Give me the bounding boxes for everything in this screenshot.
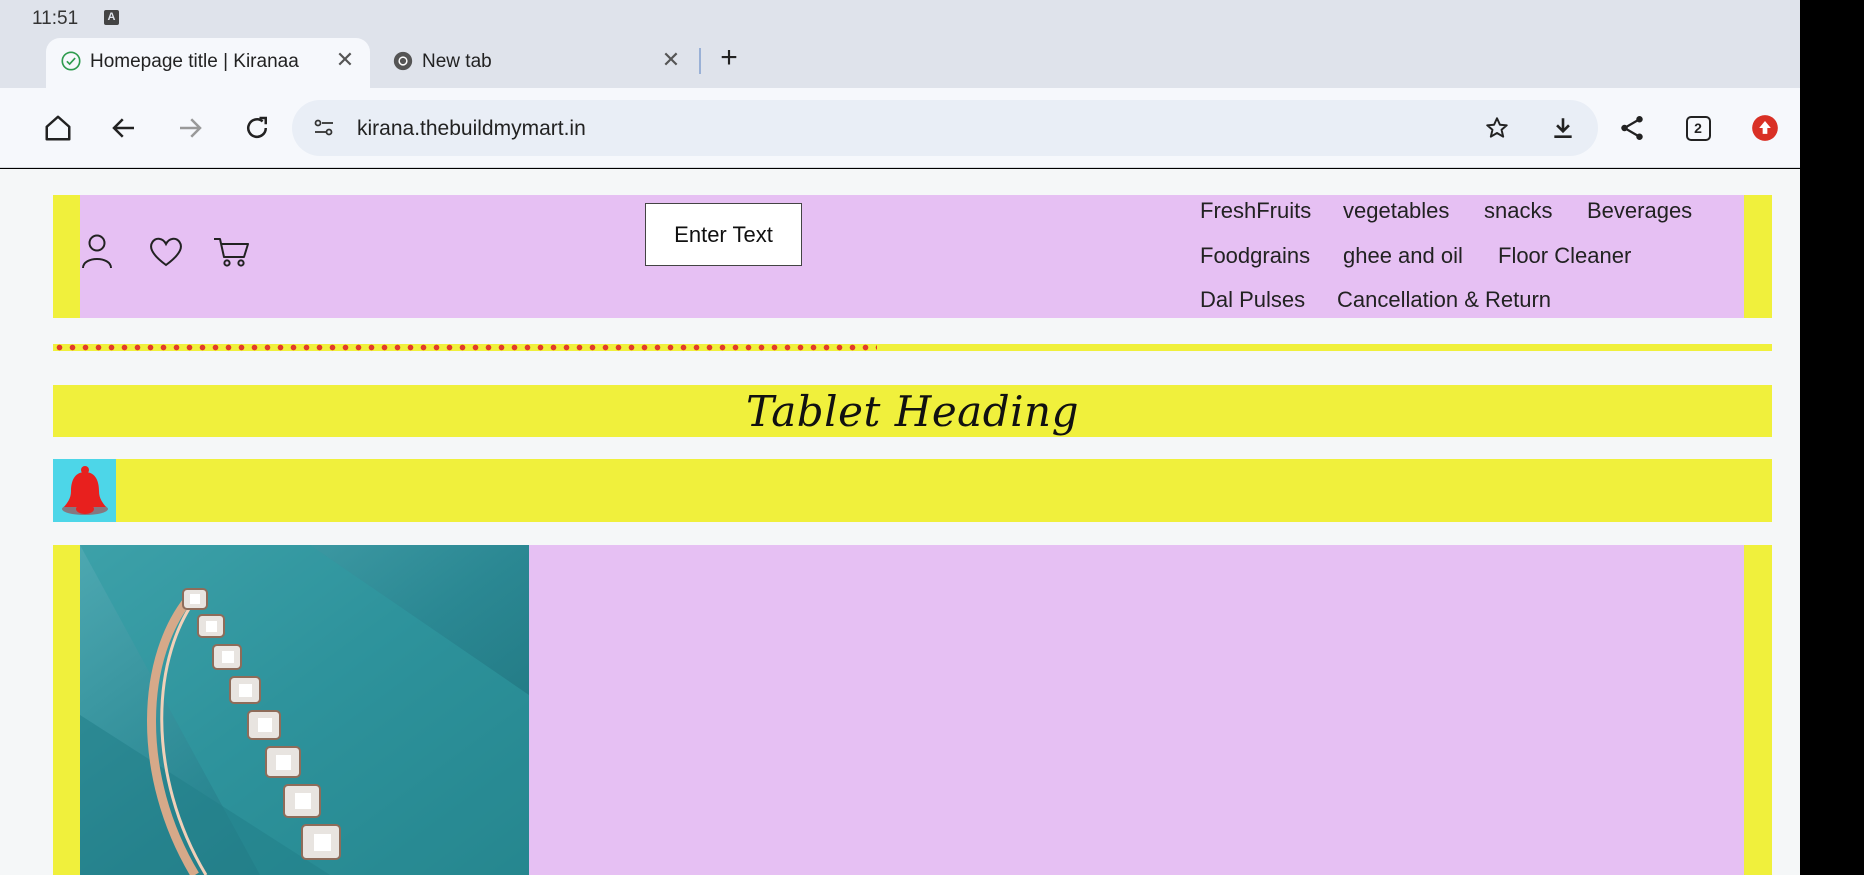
reload-icon	[247, 116, 268, 139]
update-arrow-icon	[1752, 115, 1778, 141]
browser-toolbar: kirana.thebuildmymart.in 2	[0, 88, 1800, 168]
download-icon[interactable]	[1550, 115, 1576, 141]
url-text: kirana.thebuildmymart.in	[357, 117, 586, 140]
bookmark-star-icon[interactable]	[1484, 115, 1510, 141]
heading-bar: Tablet Heading	[53, 385, 1772, 437]
tab-strip: Homepage title | Kiranaa ✕ New tab ✕ +	[0, 36, 1800, 88]
close-tab-icon[interactable]: ✕	[334, 49, 356, 71]
tab-title: Homepage title | Kiranaa	[90, 51, 299, 72]
nav-link-freshfruits[interactable]: FreshFruits	[1200, 198, 1311, 224]
site-header: Enter Text FreshFruits vegetables snacks…	[80, 195, 1744, 318]
nav-link-vegetables[interactable]: vegetables	[1343, 198, 1449, 224]
share-icon	[1621, 116, 1643, 140]
arrow-right-icon	[180, 118, 202, 138]
screen-edge	[1800, 0, 1864, 875]
nav-link-ghee-and-oil[interactable]: ghee and oil	[1343, 243, 1463, 269]
tab-title: New tab	[422, 51, 492, 72]
notification-bell-button[interactable]	[53, 459, 116, 522]
update-button[interactable]	[1745, 108, 1785, 148]
marquee-dots	[53, 344, 877, 351]
close-tab-icon[interactable]: ✕	[660, 49, 682, 71]
notification-bar	[53, 459, 1772, 522]
product-photo	[80, 545, 529, 875]
site-settings-icon	[314, 119, 333, 136]
nav-link-snacks[interactable]: snacks	[1484, 198, 1552, 224]
nav-link-floor-cleaner[interactable]: Floor Cleaner	[1498, 243, 1631, 269]
share-button[interactable]	[1612, 108, 1652, 148]
status-time: 11:51	[32, 8, 79, 29]
nav-link-cancellation-return[interactable]: Cancellation & Return	[1337, 287, 1551, 313]
tab-homepage[interactable]: Homepage title | Kiranaa ✕	[46, 38, 370, 88]
user-icon[interactable]	[80, 231, 120, 271]
check-circle-icon	[61, 51, 81, 71]
heart-icon[interactable]	[146, 231, 186, 271]
search-input-button[interactable]: Enter Text	[645, 203, 802, 266]
nav-link-dal-pulses[interactable]: Dal Pulses	[1200, 287, 1305, 313]
home-button[interactable]	[38, 108, 78, 148]
system-status-bar: 11:51 A	[0, 0, 1800, 36]
back-button[interactable]	[104, 108, 144, 148]
cart-icon[interactable]	[212, 231, 252, 271]
reload-button[interactable]	[237, 108, 277, 148]
nav-link-beverages[interactable]: Beverages	[1587, 198, 1692, 224]
chrome-icon	[393, 51, 413, 71]
bell-icon	[61, 465, 108, 515]
arrow-left-icon	[112, 118, 134, 138]
new-tab-button[interactable]: +	[712, 42, 746, 76]
forward-button[interactable]	[170, 108, 210, 148]
nav-link-foodgrains[interactable]: Foodgrains	[1200, 243, 1310, 269]
tab-switcher-button[interactable]: 2	[1678, 108, 1718, 148]
tab-count-icon: 2	[1685, 115, 1711, 141]
page-heading: Tablet Heading	[746, 386, 1079, 436]
bangle-product-image[interactable]	[80, 545, 529, 875]
address-bar[interactable]: kirana.thebuildmymart.in	[292, 100, 1598, 156]
tab-count: 2	[1694, 119, 1702, 136]
notification-a-icon: A	[104, 10, 119, 25]
home-icon	[45, 115, 71, 141]
tab-divider	[699, 48, 701, 74]
web-page: Enter Text FreshFruits vegetables snacks…	[0, 169, 1800, 875]
tab-new-tab[interactable]: New tab ✕	[378, 38, 696, 88]
